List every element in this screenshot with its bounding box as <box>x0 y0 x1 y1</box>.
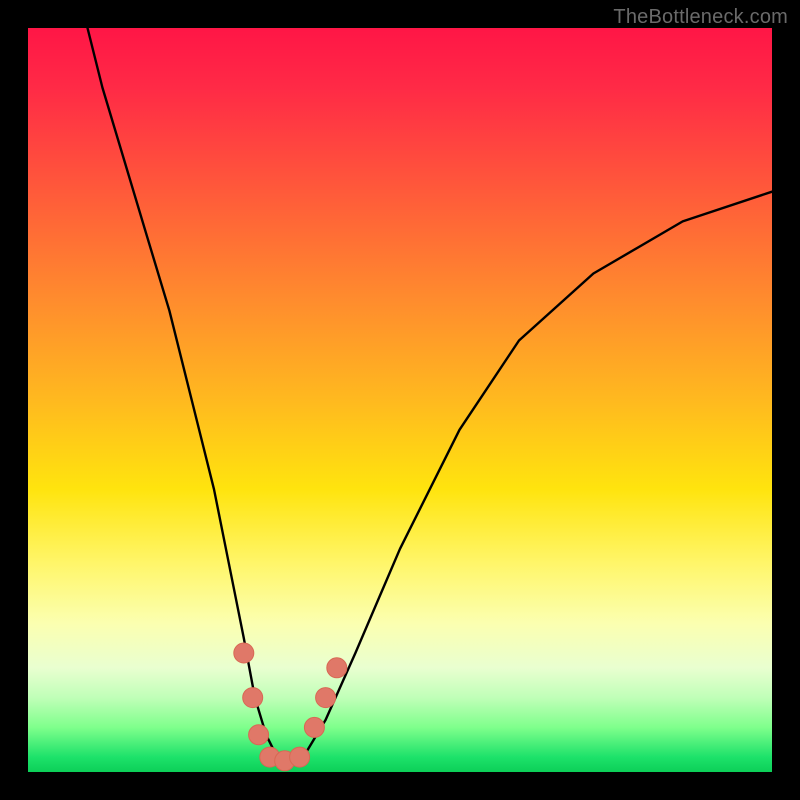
curve-marker <box>327 658 347 678</box>
chart-plot-area <box>28 28 772 772</box>
curve-marker <box>243 688 263 708</box>
curve-marker <box>234 643 254 663</box>
curve-marker <box>290 747 310 767</box>
curve-marker <box>249 725 269 745</box>
chart-frame: TheBottleneck.com <box>0 0 800 800</box>
chart-svg <box>28 28 772 772</box>
curve-marker <box>316 688 336 708</box>
watermark-text: TheBottleneck.com <box>613 6 788 29</box>
curve-marker <box>304 717 324 737</box>
curve-markers <box>234 643 347 771</box>
bottleneck-curve <box>88 28 773 765</box>
curve-path <box>88 28 773 765</box>
